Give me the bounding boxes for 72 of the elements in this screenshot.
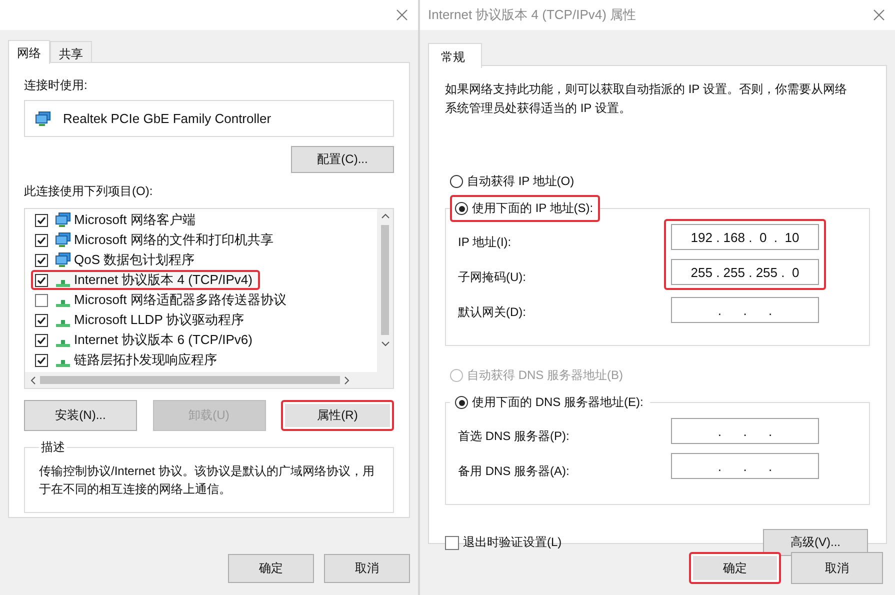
close-icon[interactable] (873, 9, 885, 21)
action-button[interactable]: 属性(R) (281, 400, 394, 431)
connect-using-label: 连接时使用: (24, 77, 88, 94)
checkbox[interactable] (35, 254, 48, 266)
checkbox[interactable] (35, 314, 48, 326)
dialog-button[interactable]: 取消 (791, 552, 883, 584)
field-label: 默认网关(D): (458, 304, 526, 321)
protocol-icon (56, 300, 70, 307)
list-item[interactable]: Microsoft 网络客户端 (31, 210, 204, 230)
radio-option[interactable]: 自动获得 IP 地址(O) (445, 168, 582, 195)
network-monitor-icon (55, 212, 71, 228)
checkbox-option[interactable]: 退出时验证设置(L) (445, 534, 562, 551)
network-monitor-icon (55, 232, 71, 248)
description-text: 传输控制协议/Internet 协议。该协议是默认的广域网络协议，用于在不同的相互连接的网络上通信。 (39, 463, 376, 498)
ip-address-field[interactable]: . . . (671, 297, 819, 323)
tab[interactable]: 共享 (50, 41, 92, 62)
window-title: Internet 协议版本 4 (TCP/IPv4) 属性 (428, 6, 636, 24)
tab[interactable]: 网络 (8, 40, 50, 64)
list-item[interactable]: 链路层拓扑发现响应程序 (31, 350, 225, 370)
ip-address-field[interactable]: 255 . 255 . 255 . 0 (671, 259, 819, 285)
item-label: Internet 协议版本 6 (TCP/IPv6) (74, 331, 252, 349)
list-item[interactable]: Internet 协议版本 4 (TCP/IPv4) (31, 270, 260, 290)
close-icon[interactable] (396, 9, 408, 21)
horizontal-scrollbar[interactable] (25, 372, 393, 388)
field-label: IP 地址(I): (458, 234, 512, 251)
checkbox[interactable] (35, 214, 48, 226)
field-label: 首选 DNS 服务器(P): (458, 428, 570, 445)
item-label: Microsoft 网络适配器多路传送器协议 (74, 291, 286, 309)
action-button[interactable]: 安装(N)... (24, 400, 137, 431)
radio-option[interactable]: 使用下面的 DNS 服务器地址(E): (450, 389, 650, 416)
dialog-button[interactable]: 确定 (689, 552, 781, 584)
protocol-icon (56, 280, 70, 287)
item-label: Internet 协议版本 4 (TCP/IPv4) (74, 271, 252, 289)
items-label: 此连接使用下列项目(O): (24, 183, 154, 200)
configure-button[interactable]: 配置(C)... (291, 146, 394, 173)
protocol-icon (56, 360, 70, 367)
field-label: 子网掩码(U): (458, 269, 526, 286)
protocol-icon (56, 320, 70, 327)
dialog-button[interactable]: 确定 (228, 554, 314, 583)
radio-option[interactable]: 使用下面的 IP 地址(S): (450, 195, 600, 222)
adapter-name: Realtek PCIe GbE Family Controller (63, 111, 272, 126)
ip-address-field[interactable]: . . . (671, 418, 819, 444)
vertical-scrollbar[interactable] (377, 209, 393, 372)
item-label: Microsoft 网络的文件和打印机共享 (74, 231, 274, 249)
checkbox[interactable] (35, 234, 48, 246)
intro-text: 如果网络支持此功能，则可以获取自动指派的 IP 设置。否则，你需要从网络系统管理员处获得适当的 IP 设置。 (445, 81, 848, 117)
item-label: Microsoft LLDP 协议驱动程序 (74, 311, 244, 329)
item-label: Microsoft 网络客户端 (74, 211, 196, 229)
scroll-right-icon[interactable] (344, 376, 350, 384)
list-item[interactable]: Microsoft 网络适配器多路传送器协议 (31, 290, 294, 310)
group-title: 描述 (40, 439, 66, 456)
protocol-icon (56, 340, 70, 347)
ip-address-field[interactable]: . . . (671, 453, 819, 479)
checkbox[interactable] (35, 274, 48, 286)
scroll-down-icon[interactable] (380, 341, 390, 347)
field-label: 备用 DNS 服务器(A): (458, 463, 570, 480)
item-label: 链路层拓扑发现响应程序 (74, 351, 217, 369)
network-monitor-icon (55, 252, 71, 268)
checkbox[interactable] (35, 294, 48, 306)
tab[interactable]: 常规 (428, 43, 482, 68)
checkbox[interactable] (35, 334, 48, 346)
list-item[interactable]: Microsoft LLDP 协议驱动程序 (31, 310, 252, 330)
list-item[interactable]: Microsoft 网络的文件和打印机共享 (31, 230, 282, 250)
dialog-button[interactable]: 取消 (324, 554, 410, 583)
scroll-up-icon[interactable] (380, 213, 390, 219)
ip-address-field[interactable]: 192 . 168 . 0 . 10 (671, 224, 819, 250)
list-item[interactable]: QoS 数据包计划程序 (31, 250, 203, 270)
checkbox[interactable] (35, 354, 48, 366)
scroll-left-icon[interactable] (30, 376, 36, 384)
list-item[interactable]: Internet 协议版本 6 (TCP/IPv6) (31, 330, 260, 350)
item-label: QoS 数据包计划程序 (74, 251, 195, 269)
network-monitor-icon (35, 110, 51, 126)
